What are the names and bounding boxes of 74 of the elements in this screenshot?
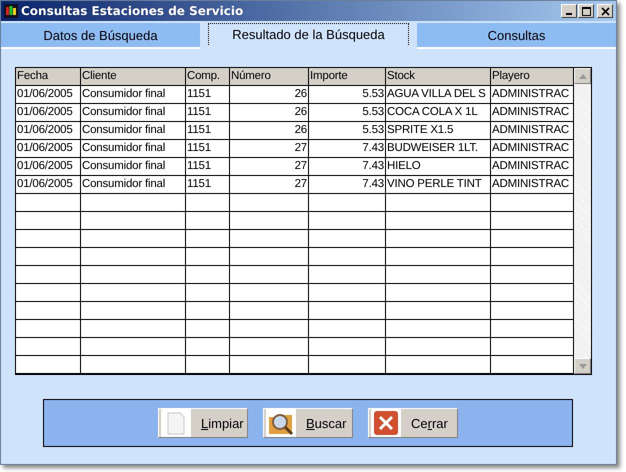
table-cell: Consumidor final bbox=[81, 140, 186, 158]
table-cell: Consumidor final bbox=[81, 158, 186, 176]
table-cell: BUDWEISER 1LT. bbox=[386, 140, 491, 158]
column-header[interactable]: Fecha bbox=[16, 68, 81, 86]
blank-page-icon bbox=[161, 409, 191, 437]
close-icon bbox=[600, 6, 610, 16]
tab[interactable]: Resultado de la Búsqueda bbox=[208, 23, 409, 45]
column-header[interactable]: Número bbox=[230, 68, 309, 86]
action-button[interactable]: Buscar bbox=[263, 408, 353, 438]
table-cell: Consumidor final bbox=[81, 122, 186, 140]
table-cell: COCA COLA X 1L bbox=[386, 104, 491, 122]
table-cell: 27 bbox=[230, 158, 309, 176]
close-icon bbox=[371, 409, 401, 437]
column-header[interactable]: Importe bbox=[309, 68, 386, 86]
maximize-icon bbox=[582, 6, 590, 16]
empty-cell bbox=[186, 320, 230, 338]
up-arrow-icon bbox=[578, 74, 586, 78]
table-cell: 7.43 bbox=[309, 176, 386, 194]
table-cell: 7.43 bbox=[309, 158, 386, 176]
empty-cell bbox=[186, 212, 230, 230]
table-cell: 7.43 bbox=[309, 140, 386, 158]
empty-cell bbox=[186, 302, 230, 320]
empty-cell bbox=[186, 284, 230, 302]
table-cell: 01/06/2005 bbox=[16, 176, 81, 194]
table-cell: 5.53 bbox=[309, 86, 386, 104]
column-header[interactable]: Comp. bbox=[186, 68, 230, 86]
table-cell: AGUA VILLA DEL S bbox=[386, 86, 491, 104]
table-cell: 01/06/2005 bbox=[16, 104, 81, 122]
column-header[interactable]: Playero bbox=[491, 68, 574, 86]
table-cell: 01/06/2005 bbox=[16, 86, 81, 104]
table-cell: Consumidor final bbox=[81, 86, 186, 104]
action-button[interactable]: Cerrar bbox=[368, 408, 458, 438]
column-header[interactable]: Stock bbox=[386, 68, 491, 86]
table-cell: 01/06/2005 bbox=[16, 158, 81, 176]
empty-cell bbox=[186, 266, 230, 284]
table-cell: 5.53 bbox=[309, 122, 386, 140]
table-cell: 1151 bbox=[186, 122, 230, 140]
vertical-scrollbar[interactable] bbox=[574, 68, 591, 374]
table-cell: 26 bbox=[230, 104, 309, 122]
table-cell: 1151 bbox=[186, 176, 230, 194]
table-cell: 26 bbox=[230, 86, 309, 104]
table-cell: Consumidor final bbox=[81, 104, 186, 122]
maximize-button[interactable] bbox=[578, 4, 594, 18]
minimize-button[interactable] bbox=[561, 4, 577, 18]
tab[interactable]: Consultas bbox=[417, 23, 616, 49]
table-cell: 26 bbox=[230, 122, 309, 140]
table-cell: SPRITE X1.5 bbox=[386, 122, 491, 140]
down-arrow-icon bbox=[578, 364, 586, 368]
table-cell: 27 bbox=[230, 140, 309, 158]
table-cell: 01/06/2005 bbox=[16, 122, 81, 140]
table-cell: VINO PERLE TINT bbox=[386, 176, 491, 194]
tab[interactable]: Datos de Búsqueda bbox=[1, 23, 200, 49]
table-cell: HIELO bbox=[386, 158, 491, 176]
close-button[interactable] bbox=[597, 4, 613, 18]
column-header[interactable]: Cliente bbox=[81, 68, 186, 86]
empty-cell bbox=[186, 230, 230, 248]
empty-cell bbox=[186, 338, 230, 356]
table-cell: 5.53 bbox=[309, 104, 386, 122]
empty-cell bbox=[186, 194, 230, 212]
minimize-icon bbox=[566, 13, 572, 15]
table-cell: 1151 bbox=[186, 140, 230, 158]
scroll-up-button[interactable] bbox=[574, 68, 591, 84]
table-cell: 1151 bbox=[186, 86, 230, 104]
table-cell: 01/06/2005 bbox=[16, 140, 81, 158]
magnifier-icon bbox=[266, 409, 296, 437]
empty-cell bbox=[186, 248, 230, 266]
app-icon bbox=[4, 4, 18, 18]
table-cell: 1151 bbox=[186, 104, 230, 122]
table-cell: 27 bbox=[230, 176, 309, 194]
table-cell: Consumidor final bbox=[81, 176, 186, 194]
action-button[interactable]: Limpiar bbox=[158, 408, 248, 438]
table-cell: 1151 bbox=[186, 158, 230, 176]
scroll-down-button[interactable] bbox=[574, 358, 591, 374]
window-title: Consultas Estaciones de Servicio bbox=[21, 4, 244, 18]
